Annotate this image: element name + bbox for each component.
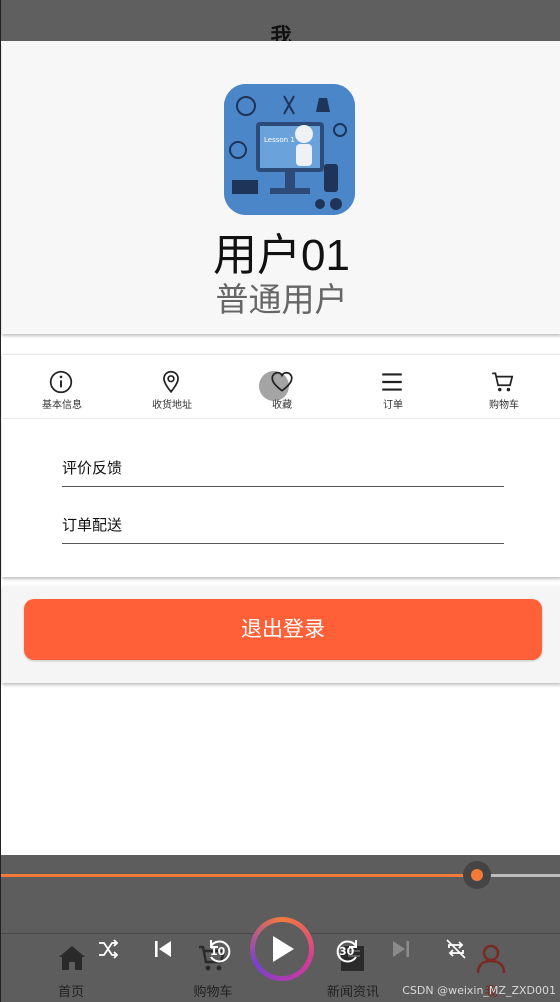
logout-card: 退出登录 bbox=[2, 586, 560, 683]
avatar[interactable]: Lesson 1 bbox=[224, 84, 355, 215]
shortcut-label: 购物车 bbox=[489, 400, 519, 411]
shortcut-label: 收货地址 bbox=[152, 400, 192, 411]
forward-seconds: 30 bbox=[339, 945, 355, 958]
menu-icon bbox=[382, 373, 402, 391]
list-item-feedback[interactable]: 评价反馈 bbox=[62, 445, 504, 487]
list-item-label: 订单配送 bbox=[62, 516, 123, 534]
shortcut-basic-info[interactable]: 基本信息 bbox=[12, 355, 112, 418]
svg-text:Lesson 1: Lesson 1 bbox=[264, 136, 295, 144]
play-button[interactable] bbox=[250, 917, 314, 981]
cart-icon bbox=[492, 372, 514, 392]
repeat-icon[interactable] bbox=[444, 937, 468, 961]
heart-icon bbox=[271, 371, 293, 392]
home-icon bbox=[59, 946, 85, 970]
user-icon bbox=[476, 944, 506, 974]
seek-handle[interactable] bbox=[463, 861, 491, 889]
user-role: 普通用户 bbox=[215, 281, 348, 318]
shortcut-favorites[interactable]: 收藏 bbox=[232, 355, 332, 418]
shortcut-label: 收藏 bbox=[272, 400, 292, 411]
shortcut-orders[interactable]: 订单 bbox=[343, 355, 443, 418]
avatar-illustration: Lesson 1 bbox=[224, 84, 355, 215]
list-item-label: 评价反馈 bbox=[62, 459, 123, 477]
rewind-seconds: 10 bbox=[210, 945, 226, 958]
shortcut-label: 订单 bbox=[383, 400, 403, 411]
skip-next-icon[interactable] bbox=[389, 937, 413, 961]
shortcut-cart[interactable]: 购物车 bbox=[454, 355, 554, 418]
list-item-delivery[interactable]: 订单配送 bbox=[62, 502, 504, 544]
watermark: CSDN @weixin_MZ_ZXD001 bbox=[402, 984, 556, 997]
shortcut-label: 基本信息 bbox=[42, 400, 82, 411]
menu-list: 评价反馈 订单配送 bbox=[2, 419, 560, 577]
seek-progress bbox=[1, 874, 477, 877]
play-icon bbox=[273, 936, 294, 962]
logout-button[interactable]: 退出登录 bbox=[24, 599, 542, 660]
shuffle-icon[interactable] bbox=[96, 937, 120, 961]
app-screen: 我 Lesson 1 用户01 普通用户 基本信息 收货地址 收藏 订单 购物车… bbox=[0, 0, 560, 1002]
profile-card: Lesson 1 用户01 普通用户 bbox=[2, 41, 560, 334]
nav-label: 购物车 bbox=[193, 985, 233, 1000]
rewind-button[interactable]: 10 bbox=[203, 935, 235, 967]
nav-label: 首页 bbox=[57, 985, 84, 1000]
info-icon bbox=[49, 370, 73, 394]
shortcut-address[interactable]: 收货地址 bbox=[122, 355, 222, 418]
forward-button[interactable]: 30 bbox=[332, 935, 364, 967]
shortcut-bar: 基本信息 收货地址 收藏 订单 购物车 bbox=[2, 355, 560, 418]
title-bar: 我 bbox=[1, 0, 560, 48]
skip-previous-icon[interactable] bbox=[151, 937, 175, 961]
location-pin-icon bbox=[163, 370, 179, 394]
nav-home[interactable]: 首页 bbox=[1, 934, 141, 1002]
